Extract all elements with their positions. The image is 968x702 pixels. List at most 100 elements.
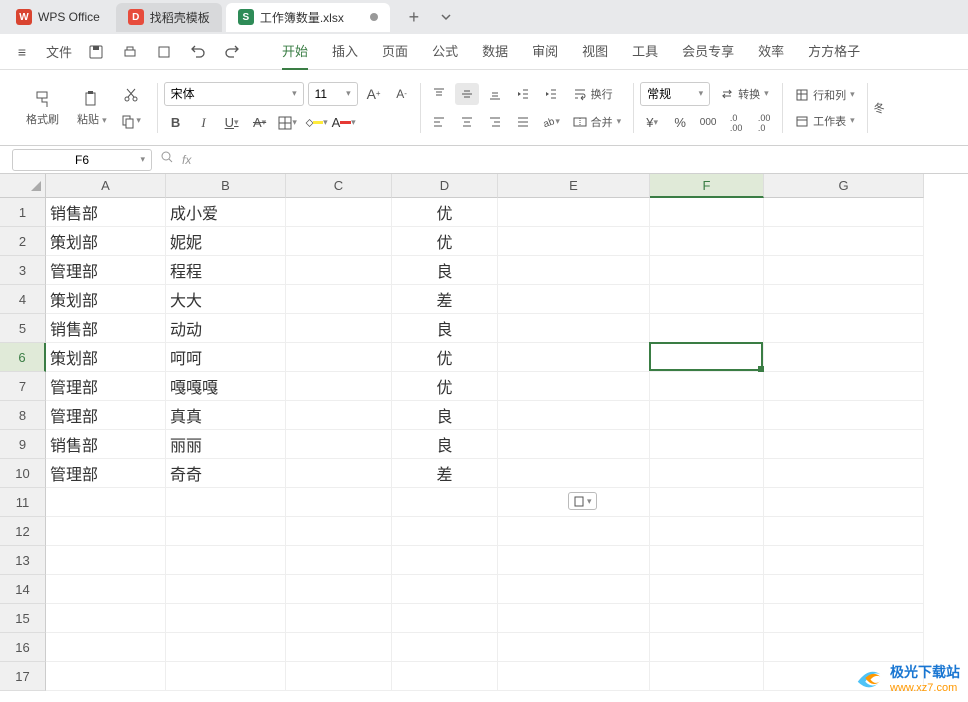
cell[interactable] [46, 575, 166, 604]
cell[interactable] [764, 430, 924, 459]
formula-input[interactable] [199, 149, 956, 171]
cell[interactable]: 管理部 [46, 401, 166, 430]
row-header[interactable]: 13 [0, 546, 46, 575]
column-header[interactable]: F [650, 174, 764, 198]
copy-button[interactable]: ▾ [119, 110, 143, 132]
cell[interactable] [764, 314, 924, 343]
cell[interactable] [650, 198, 764, 227]
cell[interactable] [764, 227, 924, 256]
cell[interactable] [650, 459, 764, 488]
cell[interactable]: 优 [392, 227, 498, 256]
column-header[interactable]: A [46, 174, 166, 198]
cell[interactable] [286, 256, 392, 285]
print-preview-button[interactable] [154, 42, 174, 62]
paste-button[interactable]: 粘贴 ▾ [71, 85, 113, 131]
paste-options-button[interactable]: ▾ [568, 492, 597, 510]
font-color-button[interactable]: A▾ [332, 112, 356, 134]
cell[interactable] [498, 546, 650, 575]
cell[interactable] [764, 459, 924, 488]
number-format-select[interactable]: 常规▾ [640, 82, 710, 106]
cell[interactable]: 良 [392, 430, 498, 459]
align-bottom-button[interactable] [483, 83, 507, 105]
decrease-decimal-button[interactable]: .00.0 [752, 112, 776, 134]
cell[interactable] [498, 604, 650, 633]
cell[interactable] [650, 546, 764, 575]
cell[interactable] [650, 517, 764, 546]
cell[interactable] [650, 488, 764, 517]
cell[interactable] [166, 488, 286, 517]
cell[interactable] [392, 633, 498, 662]
convert-button[interactable]: 转换▾ [714, 84, 775, 104]
menu-button[interactable]: ≡ [12, 42, 32, 62]
cell[interactable] [392, 604, 498, 633]
cell[interactable] [392, 488, 498, 517]
font-family-select[interactable]: 宋体▾ [164, 82, 304, 106]
row-header[interactable]: 9 [0, 430, 46, 459]
cell[interactable] [650, 314, 764, 343]
save-button[interactable] [86, 42, 106, 62]
cell[interactable] [650, 227, 764, 256]
menu-tab-3[interactable]: 公式 [432, 33, 458, 70]
cell[interactable]: 良 [392, 314, 498, 343]
cell[interactable] [498, 285, 650, 314]
cell[interactable] [46, 488, 166, 517]
row-header[interactable]: 15 [0, 604, 46, 633]
align-middle-button[interactable] [455, 83, 479, 105]
cell[interactable] [286, 227, 392, 256]
row-header[interactable]: 7 [0, 372, 46, 401]
align-top-button[interactable] [427, 83, 451, 105]
cell[interactable] [286, 517, 392, 546]
redo-button[interactable] [222, 42, 242, 62]
cell[interactable] [650, 256, 764, 285]
cell[interactable] [764, 256, 924, 285]
cell[interactable]: 程程 [166, 256, 286, 285]
cell[interactable] [650, 604, 764, 633]
cell[interactable] [498, 662, 650, 691]
app-tab-wps[interactable]: W WPS Office [4, 3, 112, 31]
cell[interactable]: 成小爱 [166, 198, 286, 227]
cell[interactable]: 动动 [166, 314, 286, 343]
cell[interactable]: 销售部 [46, 198, 166, 227]
underline-button[interactable]: U ▾ [220, 112, 244, 134]
menu-tab-7[interactable]: 工具 [632, 33, 658, 70]
percent-button[interactable]: % [668, 112, 692, 134]
worksheet-button[interactable]: 工作表▾ [789, 111, 861, 131]
cell[interactable] [166, 662, 286, 691]
column-header[interactable]: B [166, 174, 286, 198]
cell[interactable] [286, 546, 392, 575]
cell[interactable] [498, 575, 650, 604]
cell[interactable] [764, 285, 924, 314]
menu-tab-4[interactable]: 数据 [482, 33, 508, 70]
column-header[interactable]: C [286, 174, 392, 198]
menu-tab-5[interactable]: 审阅 [532, 33, 558, 70]
menu-tab-2[interactable]: 页面 [382, 33, 408, 70]
cell[interactable]: 策划部 [46, 343, 166, 372]
row-header[interactable]: 12 [0, 517, 46, 546]
cell[interactable] [764, 401, 924, 430]
cell[interactable]: 销售部 [46, 314, 166, 343]
cell[interactable] [764, 372, 924, 401]
row-header[interactable]: 11 [0, 488, 46, 517]
cell[interactable]: 妮妮 [166, 227, 286, 256]
menu-tab-8[interactable]: 会员专享 [682, 33, 734, 70]
cell[interactable] [498, 372, 650, 401]
cell[interactable] [764, 488, 924, 517]
cell[interactable] [650, 372, 764, 401]
cell[interactable] [392, 517, 498, 546]
cancel-formula-button[interactable] [160, 150, 174, 169]
cell[interactable] [392, 662, 498, 691]
cell[interactable] [286, 604, 392, 633]
row-header[interactable]: 3 [0, 256, 46, 285]
cell[interactable] [650, 285, 764, 314]
cell[interactable] [286, 372, 392, 401]
strikethrough-button[interactable]: A ▾ [248, 112, 272, 134]
cell[interactable]: 管理部 [46, 256, 166, 285]
cell[interactable] [764, 604, 924, 633]
cell[interactable] [46, 633, 166, 662]
column-header[interactable]: G [764, 174, 924, 198]
cell[interactable] [498, 256, 650, 285]
cell[interactable] [498, 401, 650, 430]
cell[interactable] [166, 517, 286, 546]
cell[interactable] [498, 459, 650, 488]
cell[interactable]: 策划部 [46, 227, 166, 256]
